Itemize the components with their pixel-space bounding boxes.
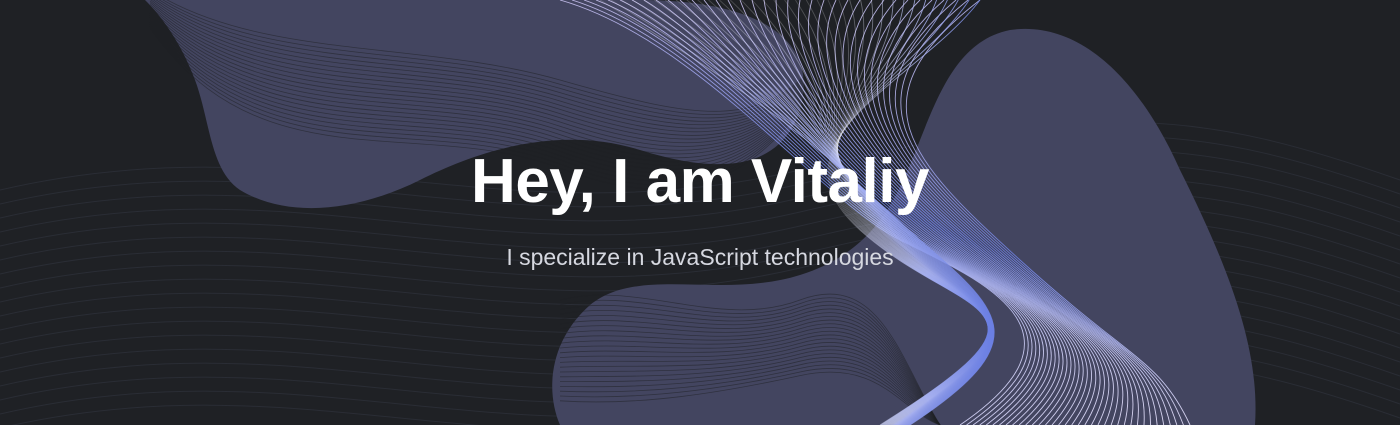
hero-banner: Hey, I am Vitaliy I specialize in JavaSc… bbox=[0, 0, 1400, 425]
hero-subtitle: I specialize in JavaScript technologies bbox=[506, 244, 894, 270]
hero-title: Hey, I am Vitaliy bbox=[471, 147, 929, 216]
hero-text-block: Hey, I am Vitaliy I specialize in JavaSc… bbox=[0, 0, 1400, 425]
